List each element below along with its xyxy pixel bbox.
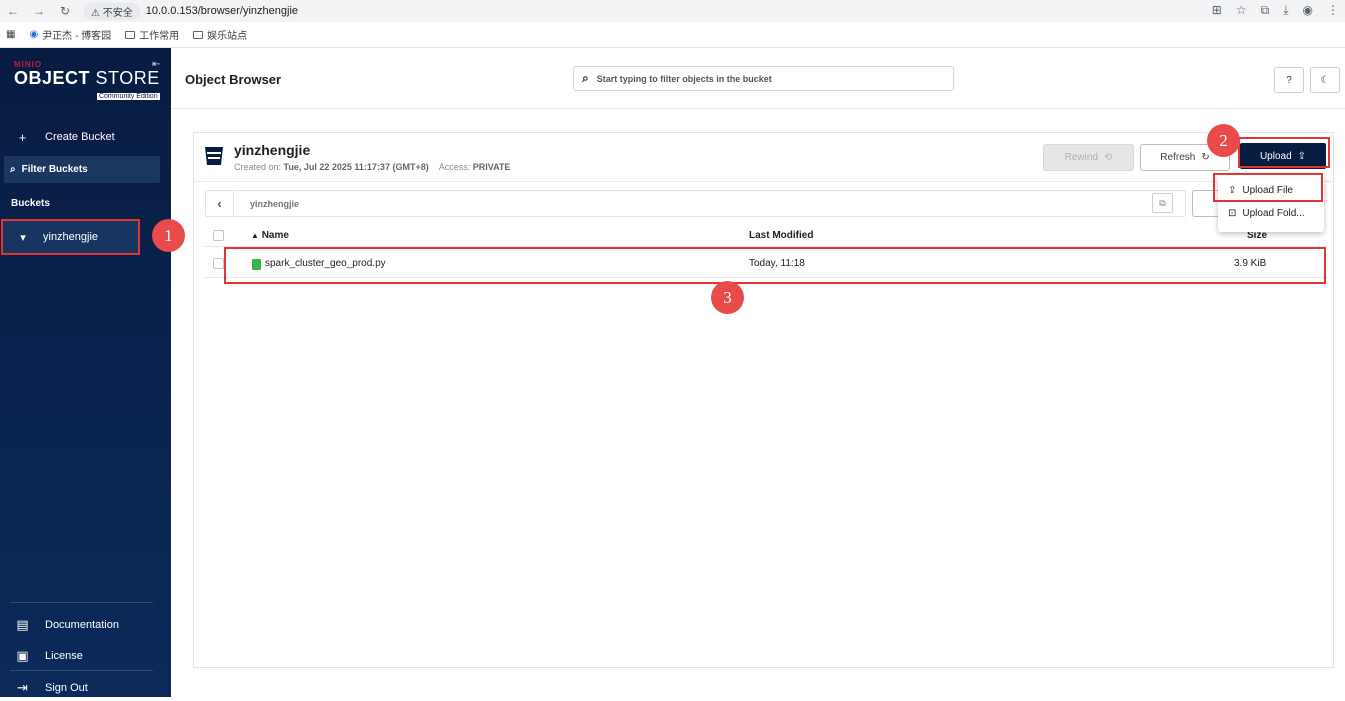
highlight-box: [1213, 173, 1323, 202]
security-warning-chip[interactable]: ⚠ 不安全: [84, 2, 140, 20]
breadcrumb-item[interactable]: yinzhengjie: [250, 199, 299, 209]
bucket-icon: [205, 147, 223, 165]
theme-toggle-button[interactable]: ☾: [1310, 67, 1340, 93]
plus-icon: +: [18, 129, 27, 145]
bookmark-star-icon[interactable]: ☆: [1236, 3, 1247, 18]
search-icon: ⌕: [582, 71, 589, 85]
bucket-meta: Created on: Tue, Jul 22 2025 11:17:37 (G…: [234, 162, 511, 172]
step-badge-1: 1: [152, 219, 185, 252]
page-title: Object Browser: [185, 72, 282, 87]
logo-title-bold: OBJECT: [14, 68, 91, 88]
sidebar: MINIO OBJECT STORE Community Edition ⇤ +…: [0, 48, 171, 697]
site-icon: ◉: [29, 29, 39, 40]
moon-icon: ☾: [1320, 74, 1330, 86]
reload-icon[interactable]: ↻: [52, 4, 78, 18]
rewind-button[interactable]: Rewind ⟲: [1043, 144, 1134, 171]
minio-logo: MINIO OBJECT STORE Community Edition: [14, 60, 160, 100]
bookmark-folder[interactable]: 工作常用: [125, 27, 179, 42]
divider: [171, 108, 1345, 109]
copy-icon: ⧉: [1159, 197, 1166, 208]
divider: [10, 670, 153, 671]
step-badge-2: 2: [1207, 124, 1240, 157]
sign-out-button[interactable]: ⇥ Sign Out: [0, 675, 171, 701]
upload-folder-menu-item[interactable]: ⊡ Upload Fold...: [1218, 202, 1324, 224]
divider: [194, 181, 1333, 182]
translate-icon[interactable]: ⊞: [1212, 3, 1222, 18]
document-icon: ▤: [16, 617, 29, 632]
profile-icon[interactable]: ◉: [1303, 3, 1313, 18]
search-input[interactable]: [596, 73, 927, 84]
select-all-checkbox[interactable]: [213, 230, 224, 241]
folder-icon: [125, 30, 136, 39]
help-button[interactable]: ?: [1274, 67, 1304, 93]
highlight-box: [1238, 137, 1330, 168]
object-search[interactable]: ⌕: [573, 66, 954, 91]
download-icon[interactable]: ⤓: [1283, 3, 1288, 18]
bucket-icon: ▾: [20, 231, 26, 244]
license-icon: ▣: [16, 648, 29, 663]
forward-arrow-icon[interactable]: →: [26, 4, 52, 18]
search-icon: ⌕: [10, 164, 16, 175]
bucket-name: yinzhengjie: [234, 142, 311, 158]
step-badge-3: 3: [711, 281, 744, 314]
breadcrumb: ‹ yinzhengjie: [205, 190, 1186, 217]
sign-out-icon: ⇥: [17, 680, 28, 695]
bookmarks-bar: ▦ ◉ 尹正杰 - 博客园 工作常用 娱乐站点: [0, 22, 1345, 48]
back-arrow-icon[interactable]: ←: [0, 4, 26, 18]
browser-toolbar: ← → ↻ ⚠ 不安全 10.0.0.153/browser/yinzhengj…: [0, 0, 1345, 22]
column-header-name[interactable]: ▲ Name: [251, 230, 289, 241]
filter-buckets-input[interactable]: ⌕ Filter Buckets: [4, 156, 160, 183]
copy-path-button[interactable]: ⧉: [1152, 193, 1173, 213]
logo-title-light: STORE: [90, 68, 160, 88]
logo-edition: Community Edition: [96, 93, 160, 100]
license-link[interactable]: ▣ License: [0, 643, 171, 669]
row-checkbox[interactable]: [213, 258, 224, 269]
address-bar[interactable]: ⚠ 不安全 10.0.0.153/browser/yinzhengjie: [84, 2, 298, 20]
highlight-box: [224, 247, 1326, 284]
sort-asc-icon: ▲: [251, 231, 259, 240]
folder-icon: [193, 30, 204, 39]
folder-upload-icon: ⊡: [1228, 207, 1237, 219]
create-bucket-button[interactable]: + Create Bucket: [0, 124, 171, 150]
sidebar-item-yinzhengjie[interactable]: ▾ yinzhengjie: [1, 219, 140, 255]
bookmark-item[interactable]: ◉ 尹正杰 - 博客园: [29, 27, 111, 42]
divider: [10, 602, 153, 603]
extensions-icon[interactable]: ⧉: [1261, 3, 1270, 18]
help-icon: ?: [1286, 74, 1292, 86]
documentation-link[interactable]: ▤ Documentation: [0, 612, 171, 638]
history-icon: ⟲: [1103, 152, 1113, 163]
bucket-panel: yinzhengjie Created on: Tue, Jul 22 2025…: [193, 132, 1334, 668]
column-header-last-modified[interactable]: Last Modified: [749, 230, 813, 241]
back-chevron-icon[interactable]: ‹: [206, 191, 234, 216]
menu-icon[interactable]: ⋮: [1327, 3, 1339, 18]
collapse-sidebar-icon[interactable]: ⇤: [152, 59, 160, 70]
url-text[interactable]: 10.0.0.153/browser/yinzhengjie: [146, 5, 298, 17]
apps-grid-icon[interactable]: ▦: [6, 29, 15, 40]
refresh-icon: ↻: [1201, 152, 1210, 163]
bookmark-folder[interactable]: 娱乐站点: [193, 27, 247, 42]
buckets-heading: Buckets: [11, 198, 50, 209]
